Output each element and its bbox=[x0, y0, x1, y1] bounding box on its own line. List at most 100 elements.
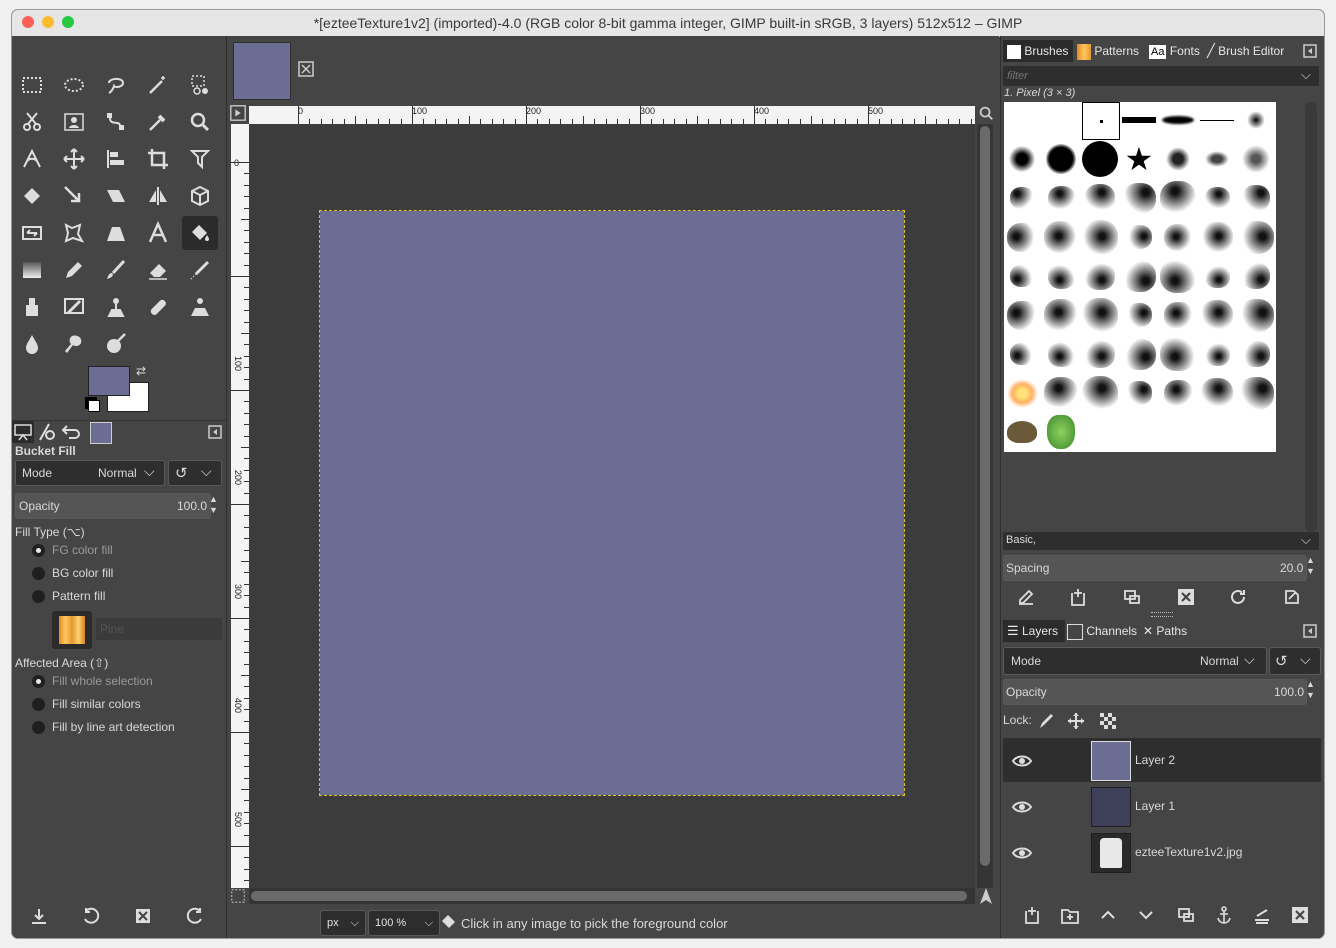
anchor-layer-icon[interactable] bbox=[1211, 902, 1237, 928]
duplicate-brush-icon[interactable] bbox=[1119, 584, 1145, 610]
color-tab-icon[interactable] bbox=[90, 422, 112, 444]
brush-spacing-slider[interactable]: Spacing 20.0 bbox=[1003, 555, 1307, 581]
brush-texture[interactable] bbox=[1160, 219, 1196, 255]
paintbrush-tool-icon[interactable] bbox=[98, 253, 134, 287]
pencil-tool-icon[interactable] bbox=[56, 253, 92, 287]
save-tool-preset-icon[interactable] bbox=[26, 903, 52, 929]
swap-colors-icon[interactable]: ⇄ bbox=[136, 364, 146, 378]
brush-texture[interactable] bbox=[1043, 336, 1079, 372]
layer-mode-select[interactable]: Mode Normal ⌵ bbox=[1003, 647, 1267, 675]
opacity-stepper[interactable]: ▲ ▼ bbox=[209, 494, 218, 516]
fill-line-art-radio[interactable] bbox=[32, 721, 45, 734]
new-layer-group-icon[interactable] bbox=[1057, 902, 1083, 928]
brush-texture[interactable] bbox=[1238, 219, 1274, 255]
unit-select[interactable]: px ⌵ bbox=[320, 910, 366, 936]
brush-texture[interactable] bbox=[1043, 375, 1079, 411]
heal-tool-icon[interactable] bbox=[140, 290, 176, 324]
brush-texture[interactable] bbox=[1199, 258, 1235, 294]
zoom-tool-icon[interactable] bbox=[182, 105, 218, 139]
delete-brush-icon[interactable] bbox=[1173, 584, 1199, 610]
brush-circle[interactable] bbox=[1082, 141, 1118, 177]
brush-texture[interactable] bbox=[1238, 258, 1274, 294]
layer-row[interactable]: Layer 2 bbox=[1003, 738, 1321, 782]
opacity-slider[interactable]: Opacity 100.0 bbox=[15, 493, 211, 519]
layer-opacity-stepper[interactable]: ▲ ▼ bbox=[1306, 679, 1315, 701]
brush-star[interactable]: ★ bbox=[1121, 141, 1157, 177]
color-picker-tool-icon[interactable] bbox=[140, 105, 176, 139]
tab-layers[interactable]: ☰ Layers bbox=[1003, 620, 1065, 642]
brush-splatter-3[interactable] bbox=[1238, 141, 1274, 177]
layer-reset-mode-select[interactable]: ↺ ⌵ bbox=[1269, 647, 1321, 675]
layers-panel-menu-icon[interactable] bbox=[1299, 620, 1321, 642]
move-tool-icon[interactable] bbox=[56, 142, 92, 176]
tool-options-tab-icon[interactable] bbox=[12, 421, 34, 443]
rect-select-tool-icon[interactable] bbox=[14, 68, 50, 102]
canvas-area[interactable] bbox=[249, 124, 975, 888]
brush-texture[interactable] bbox=[1121, 180, 1157, 216]
brush-texture[interactable] bbox=[1160, 375, 1196, 411]
brush-line[interactable] bbox=[1199, 102, 1235, 138]
eye-icon[interactable] bbox=[1011, 796, 1033, 818]
panel-menu-icon[interactable] bbox=[204, 421, 226, 443]
crop-tool-icon[interactable] bbox=[140, 142, 176, 176]
clone-tool-icon[interactable] bbox=[98, 290, 134, 324]
brush-grid-scrollbar[interactable] bbox=[1305, 102, 1317, 532]
paths-tool-icon[interactable] bbox=[98, 105, 134, 139]
undo-history-tab-icon[interactable] bbox=[60, 421, 82, 443]
brush-texture[interactable] bbox=[1043, 297, 1079, 333]
brush-block[interactable] bbox=[1121, 102, 1157, 138]
open-brush-as-image-icon[interactable] bbox=[1279, 584, 1305, 610]
bg-fill-radio[interactable] bbox=[32, 567, 45, 580]
brush-texture[interactable] bbox=[1199, 336, 1235, 372]
brush-texture[interactable] bbox=[1238, 375, 1274, 411]
edit-brush-icon[interactable] bbox=[1013, 584, 1039, 610]
lock-pixels-icon[interactable] bbox=[1033, 708, 1059, 734]
foreground-color-swatch[interactable] bbox=[88, 366, 130, 396]
free-select-tool-icon[interactable] bbox=[98, 68, 134, 102]
brush-texture[interactable] bbox=[1004, 180, 1040, 216]
tab-brush-editor[interactable]: ╱ Brush Editor bbox=[1203, 40, 1303, 62]
brush-texture[interactable] bbox=[1160, 297, 1196, 333]
horizontal-scroll-thumb[interactable] bbox=[251, 891, 967, 901]
toggle-quick-mask-icon[interactable] bbox=[229, 888, 247, 904]
brush-grid[interactable]: ★ bbox=[1004, 102, 1276, 452]
fuzzy-select-tool-icon[interactable] bbox=[140, 68, 176, 102]
device-status-tab-icon[interactable] bbox=[36, 421, 58, 443]
perspective-tool-icon[interactable] bbox=[98, 216, 134, 250]
eraser-tool-icon[interactable] bbox=[140, 253, 176, 287]
close-image-tab-icon[interactable] bbox=[293, 56, 319, 82]
reset-tool-options-icon[interactable] bbox=[182, 903, 208, 929]
merge-layer-icon[interactable] bbox=[1249, 902, 1275, 928]
airbrush-tool-icon[interactable] bbox=[182, 253, 218, 287]
brush-texture[interactable] bbox=[1004, 375, 1040, 411]
rotate-tool-icon[interactable] bbox=[14, 179, 50, 213]
brush-texture[interactable] bbox=[1238, 297, 1274, 333]
unified-transform-tool-icon[interactable] bbox=[182, 142, 218, 176]
pattern-fill-radio[interactable] bbox=[32, 590, 45, 603]
pattern-picker-button[interactable] bbox=[52, 611, 92, 649]
quick-mask-menu-icon[interactable] bbox=[229, 104, 247, 122]
brush-texture[interactable] bbox=[1160, 336, 1196, 372]
brush-texture[interactable] bbox=[1004, 336, 1040, 372]
brush-splatter-1[interactable] bbox=[1160, 141, 1196, 177]
brush-texture[interactable] bbox=[1082, 180, 1118, 216]
brush-texture[interactable] bbox=[1199, 297, 1235, 333]
zoom-select[interactable]: 100 % ⌵ bbox=[368, 910, 440, 936]
brush-texture[interactable] bbox=[1121, 336, 1157, 372]
brush-texture[interactable] bbox=[1121, 297, 1157, 333]
new-brush-icon[interactable] bbox=[1065, 584, 1091, 610]
horizontal-scrollbar[interactable] bbox=[249, 888, 975, 904]
mode-select[interactable]: Mode Normal ⌵ bbox=[15, 460, 165, 486]
text-tool-icon[interactable] bbox=[140, 216, 176, 250]
brush-tag-field[interactable]: Basic, ⌵ bbox=[1003, 532, 1319, 550]
brush-fuzzy-medium[interactable] bbox=[1004, 141, 1040, 177]
dock-resize-handle[interactable] bbox=[1151, 612, 1173, 617]
shear-tool-icon[interactable] bbox=[98, 179, 134, 213]
mypaint-brush-tool-icon[interactable] bbox=[56, 290, 92, 324]
brush-texture[interactable] bbox=[1082, 336, 1118, 372]
vertical-scroll-thumb[interactable] bbox=[980, 126, 990, 866]
brushes-panel-menu-icon[interactable] bbox=[1299, 40, 1321, 62]
brush-texture[interactable] bbox=[1004, 297, 1040, 333]
3d-transform-tool-icon[interactable] bbox=[182, 179, 218, 213]
brush-texture[interactable] bbox=[1082, 258, 1118, 294]
